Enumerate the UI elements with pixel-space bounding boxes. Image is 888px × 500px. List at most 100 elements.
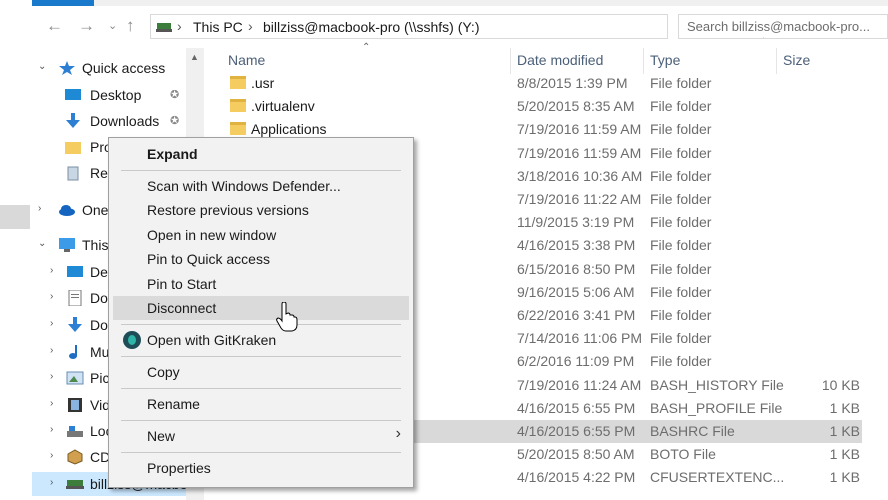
cloud-icon bbox=[59, 205, 75, 216]
menu-new[interactable]: New › bbox=[113, 424, 409, 448]
file-date: 5/20/2015 8:50 AM bbox=[517, 446, 635, 463]
cd-drive-icon bbox=[67, 449, 83, 465]
file-name: Applications bbox=[251, 121, 327, 138]
file-date: 11/9/2015 3:19 PM bbox=[517, 214, 635, 231]
hand-pointer-icon bbox=[276, 302, 298, 332]
file-date: 9/16/2015 5:06 AM bbox=[517, 283, 635, 300]
file-type: BASHRC File bbox=[650, 423, 735, 439]
nav-label: This bbox=[82, 237, 109, 253]
file-row[interactable]: .usr 8/8/2015 1:39 PM File folder bbox=[222, 72, 862, 95]
menu-properties[interactable]: Properties bbox=[113, 456, 409, 480]
file-date: 6/2/2016 11:09 PM bbox=[517, 353, 635, 370]
collapsed-chevron-icon[interactable]: › bbox=[50, 265, 60, 276]
crumb-separator-icon: › bbox=[177, 18, 182, 34]
file-type: BASH_PROFILE File bbox=[650, 399, 783, 416]
menu-restore-versions[interactable]: Restore previous versions bbox=[113, 198, 409, 222]
crumb-current-drive[interactable]: billziss@macbook-pro (\\sshfs) (Y:) bbox=[263, 19, 479, 35]
file-date: 7/19/2016 11:59 AM bbox=[517, 144, 642, 161]
address-row: ← → ⌄ ↑ › This PC › billziss@macbook-pro… bbox=[32, 6, 888, 48]
column-type[interactable]: Type bbox=[650, 52, 680, 68]
file-date: 6/15/2016 8:50 PM bbox=[517, 260, 636, 277]
menu-open-new-window[interactable]: Open in new window bbox=[113, 223, 409, 247]
recent-locations-chevron-icon[interactable]: ⌄ bbox=[108, 19, 117, 32]
search-box[interactable] bbox=[678, 14, 888, 39]
menu-label: Open in new window bbox=[147, 227, 277, 243]
file-size: 1 KB bbox=[829, 469, 860, 486]
file-type: File folder bbox=[650, 167, 712, 184]
menu-rename[interactable]: Rename bbox=[113, 392, 409, 416]
collapsed-chevron-icon[interactable]: › bbox=[38, 203, 48, 214]
file-size: 10 KB bbox=[821, 376, 860, 393]
collapsed-chevron-icon[interactable]: › bbox=[50, 318, 60, 329]
column-date-modified[interactable]: Date modified bbox=[517, 52, 603, 68]
file-type: File folder bbox=[650, 214, 712, 231]
collapsed-chevron-icon[interactable]: › bbox=[50, 398, 60, 409]
menu-separator bbox=[121, 170, 401, 171]
menu-label: Disconnect bbox=[147, 300, 217, 316]
collapsed-chevron-icon[interactable]: › bbox=[50, 477, 60, 488]
menu-label: New bbox=[147, 428, 176, 444]
collapsed-chevron-icon[interactable]: › bbox=[50, 371, 60, 382]
nav-label: Vid bbox=[90, 397, 110, 413]
menu-expand[interactable]: Expand bbox=[113, 142, 409, 166]
network-drive-icon bbox=[66, 480, 84, 489]
column-name[interactable]: Name bbox=[228, 52, 265, 68]
column-divider[interactable] bbox=[510, 48, 511, 74]
computer-icon bbox=[59, 238, 75, 252]
file-name: .virtualenv bbox=[251, 98, 315, 115]
file-type: File folder bbox=[650, 260, 712, 277]
search-input[interactable] bbox=[687, 16, 887, 37]
expand-chevron-icon[interactable]: ⌄ bbox=[38, 61, 48, 72]
expand-chevron-icon[interactable]: ⌄ bbox=[38, 238, 48, 249]
column-size[interactable]: Size bbox=[783, 52, 810, 68]
menu-pin-start[interactable]: Pin to Start bbox=[113, 272, 409, 296]
folder-icon bbox=[230, 99, 246, 113]
forward-arrow-icon[interactable]: → bbox=[78, 16, 95, 36]
nav-quick-access[interactable]: ⌄ Quick access bbox=[32, 56, 186, 80]
up-arrow-icon[interactable]: ↑ bbox=[126, 16, 135, 36]
desktop-icon bbox=[67, 266, 83, 277]
pin-icon[interactable]: ✪ bbox=[170, 114, 179, 127]
file-date: 4/16/2015 3:38 PM bbox=[517, 237, 636, 254]
menu-label: Pin to Quick access bbox=[147, 251, 270, 267]
address-bar[interactable]: › This PC › billziss@macbook-pro (\\sshf… bbox=[150, 14, 782, 39]
file-type: CFUSERTEXTENC... bbox=[650, 469, 785, 486]
file-type: File folder bbox=[650, 144, 712, 161]
file-date: 7/19/2016 11:24 AM bbox=[517, 376, 642, 393]
crumb-this-pc[interactable]: This PC bbox=[193, 19, 243, 35]
nav-desktop[interactable]: Desktop ✪ bbox=[32, 83, 186, 107]
menu-pin-quick-access[interactable]: Pin to Quick access bbox=[113, 247, 409, 271]
document-icon bbox=[68, 290, 82, 306]
submenu-arrow-icon: › bbox=[395, 425, 401, 442]
file-date: 4/16/2015 6:55 PM bbox=[517, 423, 636, 439]
collapsed-chevron-icon[interactable]: › bbox=[50, 345, 60, 356]
file-type: BASH_HISTORY File bbox=[650, 376, 784, 393]
menu-open-gitkraken[interactable]: Open with GitKraken bbox=[113, 328, 409, 352]
window-edge bbox=[0, 0, 32, 500]
file-date: 4/16/2015 6:55 PM bbox=[517, 399, 636, 416]
menu-scan-defender[interactable]: Scan with Windows Defender... bbox=[113, 174, 409, 198]
file-type: BOTO File bbox=[650, 446, 716, 463]
collapsed-chevron-icon[interactable]: › bbox=[50, 450, 60, 461]
pin-icon[interactable]: ✪ bbox=[170, 88, 179, 101]
nav-downloads[interactable]: Downloads ✪ bbox=[32, 109, 186, 133]
file-row[interactable]: .virtualenv 5/20/2015 8:35 AM File folder bbox=[222, 95, 862, 118]
collapsed-chevron-icon[interactable]: › bbox=[50, 424, 60, 435]
file-type: File folder bbox=[650, 191, 712, 207]
menu-disconnect[interactable]: Disconnect bbox=[113, 296, 409, 320]
crumb-separator-icon: › bbox=[248, 18, 253, 34]
column-divider[interactable] bbox=[776, 48, 777, 74]
network-drive-icon bbox=[156, 23, 172, 32]
menu-label: Scan with Windows Defender... bbox=[147, 178, 341, 194]
file-date: 3/18/2016 10:36 AM bbox=[517, 167, 643, 184]
menu-separator bbox=[121, 324, 401, 325]
collapsed-chevron-icon[interactable]: › bbox=[50, 291, 60, 302]
column-divider[interactable] bbox=[643, 48, 644, 74]
back-arrow-icon[interactable]: ← bbox=[46, 16, 63, 36]
menu-copy[interactable]: Copy bbox=[113, 360, 409, 384]
edge-block bbox=[0, 205, 30, 229]
gitkraken-icon bbox=[123, 331, 141, 349]
file-name: .usr bbox=[251, 75, 275, 91]
scroll-up-icon[interactable]: ▲ bbox=[190, 52, 199, 62]
download-arrow-icon bbox=[66, 113, 80, 128]
